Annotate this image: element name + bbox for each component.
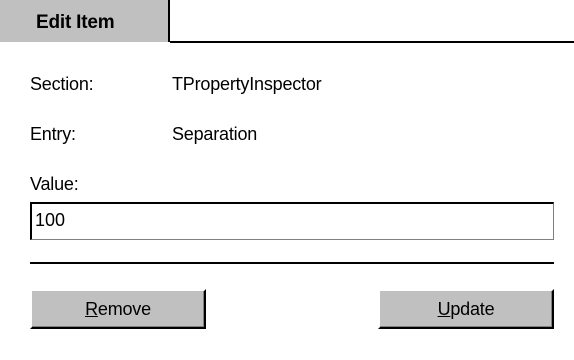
entry-label: Entry: bbox=[30, 124, 76, 144]
tab-label: Edit Item bbox=[36, 12, 115, 33]
update-accelerator: U bbox=[437, 299, 451, 319]
section-label: Section: bbox=[30, 74, 94, 94]
update-button[interactable]: Update bbox=[378, 289, 554, 329]
tab-edit-item[interactable]: Edit Item bbox=[0, 0, 170, 42]
edit-item-dialog: Edit Item Section: TPropertyInspector En… bbox=[0, 0, 574, 360]
remove-accelerator: R bbox=[85, 299, 98, 319]
update-label: pdate bbox=[450, 299, 495, 319]
tab-strip-border bbox=[170, 41, 574, 43]
value-label: Value: bbox=[30, 174, 79, 194]
separator bbox=[30, 262, 554, 264]
value-input[interactable]: 100 bbox=[30, 202, 554, 240]
entry-value: Separation bbox=[172, 124, 258, 144]
remove-label: emove bbox=[97, 299, 151, 319]
section-value: TPropertyInspector bbox=[172, 74, 322, 94]
remove-button[interactable]: Remove bbox=[30, 289, 206, 329]
